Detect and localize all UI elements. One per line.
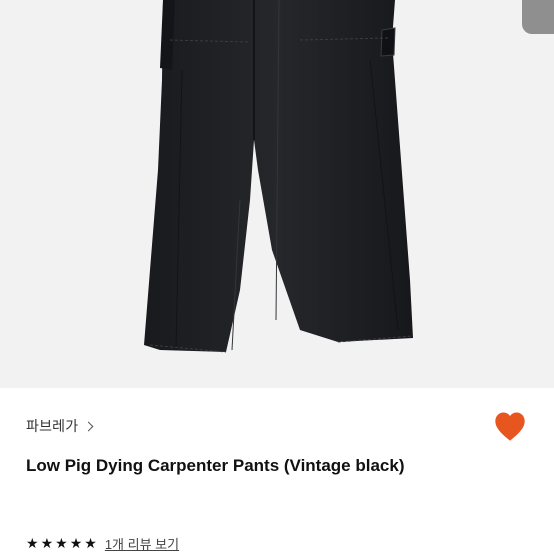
product-image[interactable] [0, 0, 554, 388]
heart-icon [495, 412, 525, 441]
chevron-right-icon [83, 421, 94, 432]
brand-name: 파브레가 [26, 418, 79, 434]
star-icon: ★ [55, 535, 68, 551]
rating-row: ★ ★ ★ ★ ★ 1개 리뷰 보기 [26, 532, 179, 554]
image-corner-overlay [522, 0, 554, 34]
star-icon: ★ [26, 535, 39, 551]
star-icon: ★ [40, 535, 54, 551]
product-title: Low Pig Dying Carpenter Pants (Vintage b… [26, 456, 405, 475]
product-info: 파브레가 Low Pig Dying Carpenter Pants (Vint… [0, 388, 554, 554]
brand-link[interactable]: 파브레가 [26, 415, 94, 437]
star-icon: ★ [69, 535, 83, 551]
like-button[interactable] [492, 410, 528, 444]
star-icon: ★ [84, 535, 97, 551]
review-count-link[interactable]: 1개 리뷰 보기 [105, 534, 179, 553]
rating-stars: ★ ★ ★ ★ ★ [26, 536, 97, 550]
pants-illustration [144, 0, 413, 353]
